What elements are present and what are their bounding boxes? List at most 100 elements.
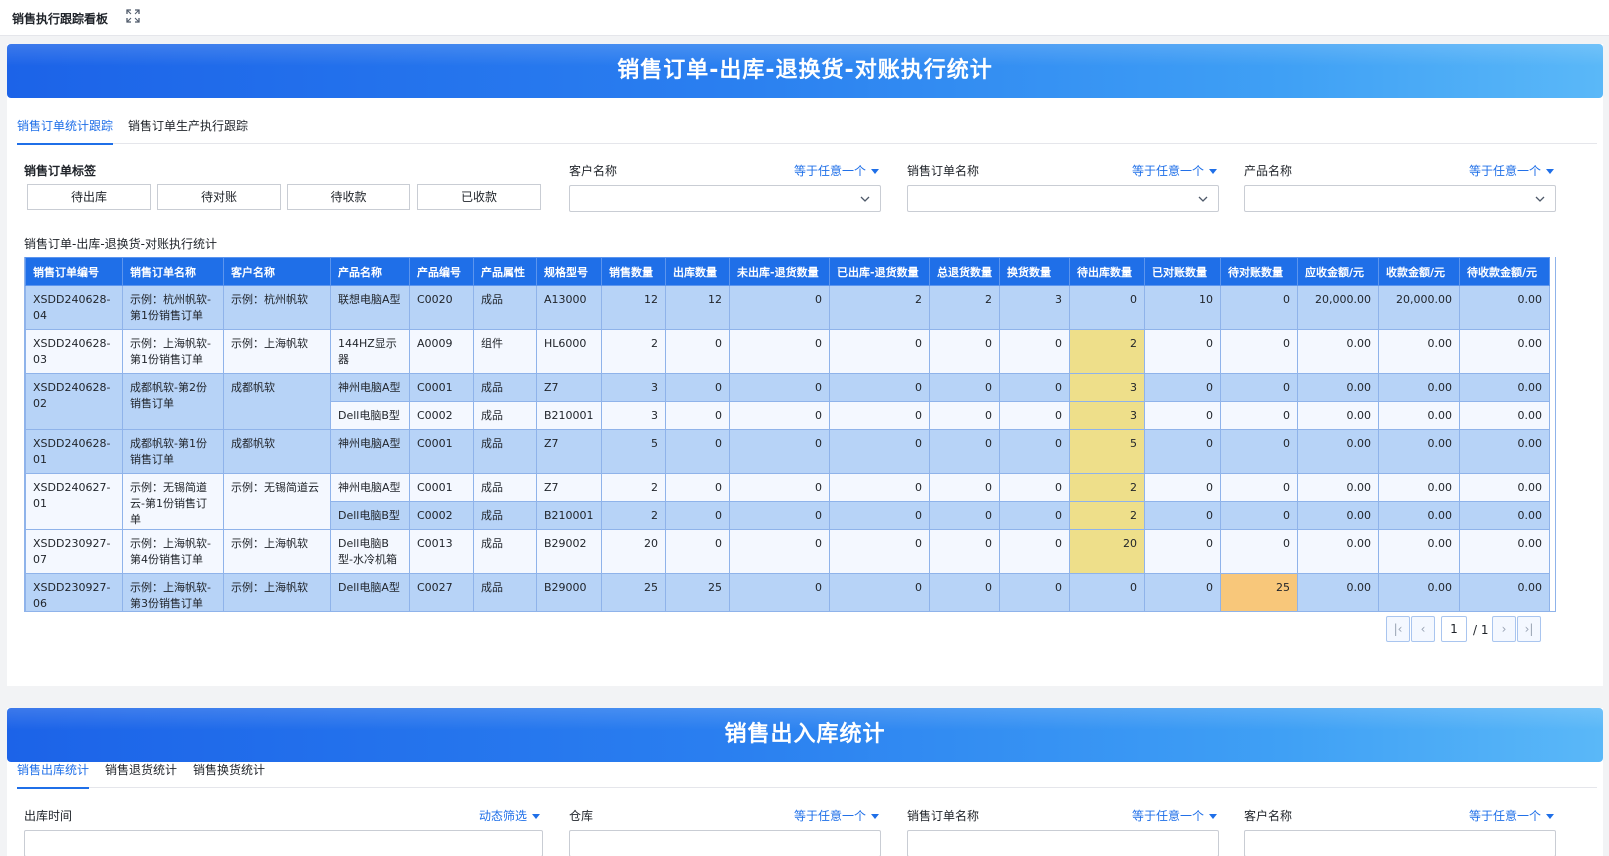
order-name-filter-select-2[interactable] (907, 830, 1219, 856)
customer-filter-select-2[interactable] (1244, 830, 1556, 856)
table-cell: 神州电脑A型 (330, 473, 410, 502)
order-name-cell: 示例：上海帆软-第4份销售订单 (122, 529, 224, 574)
column-header[interactable]: 产品属性 (473, 257, 537, 286)
table-cell: 0.00 (1459, 329, 1550, 374)
customer-cell: 成都帆软 (223, 429, 331, 474)
column-header[interactable]: 销售订单编号 (25, 257, 123, 286)
product-filter-select[interactable] (1244, 185, 1556, 212)
table-cell: 0.00 (1297, 401, 1379, 430)
order-name-filter-mode-2[interactable]: 等于任意一个 (1132, 807, 1218, 824)
table-cell: 神州电脑A型 (330, 429, 410, 474)
order-name-filter-select[interactable] (907, 185, 1219, 212)
column-header[interactable]: 销售数量 (601, 257, 666, 286)
column-header[interactable]: 规格型号 (536, 257, 602, 286)
tag-button-pending-reconcile[interactable]: 待对账 (157, 184, 281, 210)
order-name-filter-mode[interactable]: 等于任意一个 (1132, 162, 1218, 179)
tab-return-stats[interactable]: 销售退货统计 (105, 752, 177, 788)
customer-cell: 示例：上海帆软 (223, 329, 331, 374)
customer-filter-mode-2[interactable]: 等于任意一个 (1469, 807, 1555, 824)
table-cell: 0.00 (1459, 501, 1550, 530)
tab-exchange-stats[interactable]: 销售换货统计 (193, 752, 265, 788)
order-tab-bar: 销售订单统计跟踪 销售订单生产执行跟踪 (17, 108, 1597, 145)
table-cell: B210001 (536, 401, 602, 430)
table-cell: 0.00 (1378, 473, 1460, 502)
table-cell: 0 (1144, 529, 1221, 574)
table-cell: 0 (665, 429, 730, 474)
table-cell: C0002 (409, 501, 474, 530)
tag-button-paid[interactable]: 已收款 (417, 184, 541, 210)
chevron-down-icon (1198, 196, 1208, 202)
table-row[interactable]: XSDD240628-03 示例：上海帆软-第1份销售订单 示例：上海帆软 144HZ… (25, 329, 1550, 374)
column-header[interactable]: 待出库数量 (1069, 257, 1145, 286)
customer-filter-mode[interactable]: 等于任意一个 (794, 162, 880, 179)
table-cell: 20,000.00 (1297, 285, 1379, 330)
tab-outbound-stats[interactable]: 销售出库统计 (17, 752, 90, 789)
page-number-input[interactable]: 1 (1441, 616, 1467, 642)
table-cell: 2 (1069, 501, 1145, 530)
table-cell: 0 (729, 429, 830, 474)
next-page-button[interactable]: › (1492, 616, 1516, 642)
prev-page-button[interactable]: ‹ (1411, 616, 1435, 642)
table-cell: 0.00 (1378, 501, 1460, 530)
table-cell: 成品 (473, 473, 537, 502)
table-header-row: 销售订单编号 销售订单名称 客户名称 产品名称 产品编号 产品属性 规格型号 销售数量 出库数量… (25, 257, 1550, 286)
column-header[interactable]: 产品编号 (409, 257, 474, 286)
outbound-time-filter-input[interactable] (24, 830, 543, 856)
column-header[interactable]: 产品名称 (330, 257, 410, 286)
tab-order-statistics[interactable]: 销售订单统计跟踪 (17, 108, 114, 145)
table-row[interactable]: XSDD240628-04 示例：杭州帆软-第1份销售订单 示例：杭州帆软 联想电脑A… (25, 285, 1550, 330)
table-row[interactable]: XSDD240627-01 示例：无锡简道云-第1份销售订单 示例：无锡简道云 神州电… (25, 473, 1550, 530)
table-cell: 组件 (473, 329, 537, 374)
table-cell: 0 (929, 429, 1000, 474)
order-number-cell: XSDD240628-01 (25, 429, 123, 474)
last-page-button[interactable]: ›| (1517, 616, 1541, 642)
warehouse-filter-select[interactable] (569, 830, 881, 856)
column-header[interactable]: 客户名称 (223, 257, 331, 286)
table-cell: Dell电脑B型 (330, 401, 410, 430)
dropdown-triangle-icon (871, 814, 880, 819)
warehouse-filter-label: 仓库 (569, 809, 594, 823)
table-cell: Dell电脑B型-水冷机箱 (330, 529, 410, 574)
warehouse-filter-mode[interactable]: 等于任意一个 (794, 807, 880, 824)
table-cell: 成品 (473, 429, 537, 474)
table-cell: 0 (1220, 285, 1298, 330)
column-header[interactable]: 换货数量 (999, 257, 1070, 286)
fullscreen-icon[interactable] (126, 9, 140, 23)
table-cell: 5 (1069, 429, 1145, 474)
column-header[interactable]: 未出库-退货数量 (729, 257, 830, 286)
table-cell: 0 (829, 429, 930, 474)
column-header[interactable]: 总退货数量 (929, 257, 1000, 286)
table-cell: 20 (1069, 529, 1145, 574)
column-header[interactable]: 已出库-退货数量 (829, 257, 930, 286)
column-header[interactable]: 已对账数量 (1144, 257, 1221, 286)
table-cell: 0 (999, 529, 1070, 574)
order-number-cell: XSDD240628-03 (25, 329, 123, 374)
table-cell: 0 (929, 473, 1000, 502)
column-header[interactable]: 出库数量 (665, 257, 730, 286)
customer-filter-select[interactable] (569, 185, 881, 212)
table-cell: 0.00 (1297, 429, 1379, 474)
product-filter-mode[interactable]: 等于任意一个 (1469, 162, 1555, 179)
order-name-cell: 示例：无锡简道云-第1份销售订单 (122, 473, 224, 530)
table-cell: Z7 (536, 373, 602, 402)
inout-tab-bar: 销售出库统计 销售退货统计 销售换货统计 (17, 752, 1597, 789)
tag-button-pending-payment[interactable]: 待收款 (287, 184, 410, 210)
table-cell: 2 (1069, 473, 1145, 502)
tag-button-pending-outbound[interactable]: 待出库 (27, 184, 151, 210)
table-cell: 0.00 (1459, 429, 1550, 474)
order-stats-table: 销售订单编号 销售订单名称 客户名称 产品名称 产品编号 产品属性 规格型号 销售数量 出库数量… (24, 257, 1556, 647)
table-cell: 联想电脑A型 (330, 285, 410, 330)
table-row[interactable]: XSDD230927-07 示例：上海帆软-第4份销售订单 示例：上海帆软 Dell电… (25, 529, 1550, 574)
column-header[interactable]: 待对账数量 (1220, 257, 1298, 286)
table-cell: 0 (929, 373, 1000, 402)
column-header[interactable]: 销售订单名称 (122, 257, 224, 286)
outbound-time-filter-mode[interactable]: 动态筛选 (479, 807, 541, 824)
column-header[interactable]: 应收金额/元 (1297, 257, 1379, 286)
first-page-button[interactable]: |‹ (1386, 616, 1410, 642)
column-header[interactable]: 收款金额/元 (1378, 257, 1460, 286)
column-header[interactable]: 待收款金额/元 (1459, 257, 1550, 286)
customer-filter-label-2: 客户名称 (1244, 809, 1293, 823)
table-row[interactable]: XSDD240628-02 成都帆软-第2份销售订单 成都帆软 神州电脑A型 C0001… (25, 373, 1550, 430)
table-row[interactable]: XSDD240628-01 成都帆软-第1份销售订单 成都帆软 神州电脑A型 C0001… (25, 429, 1550, 474)
tab-order-production[interactable]: 销售订单生产执行跟踪 (128, 108, 248, 144)
